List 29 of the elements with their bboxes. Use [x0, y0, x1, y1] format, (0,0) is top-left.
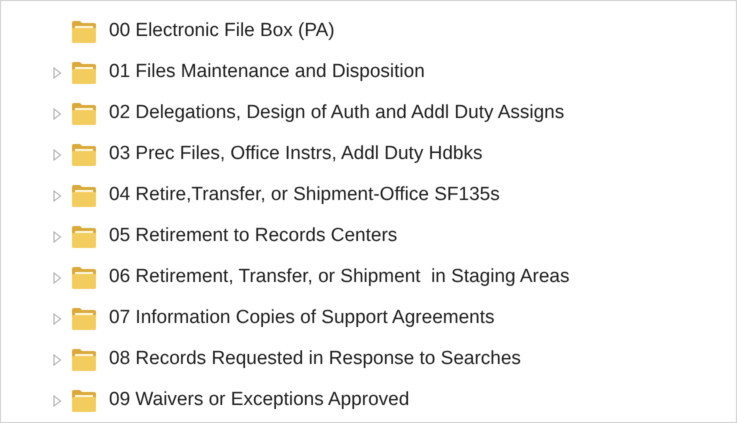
- folder-label[interactable]: 00 Electronic File Box (PA): [109, 17, 335, 46]
- folder-label[interactable]: 07 Information Copies of Support Agreements: [109, 304, 495, 333]
- expand-arrow-icon[interactable]: [52, 230, 62, 242]
- expand-arrow-icon[interactable]: [52, 190, 62, 202]
- folder-label[interactable]: 04 Retire,Transfer, or Shipment-Office SF135s: [109, 181, 500, 210]
- folder-label[interactable]: 02 Delegations, Design of Auth and Addl Duty Assigns: [109, 99, 564, 128]
- folder-icon: [71, 20, 97, 44]
- folder-icon: [71, 224, 97, 248]
- folder-icon: [71, 348, 97, 372]
- folder-label[interactable]: 09 Waivers or Exceptions Approved: [109, 386, 410, 415]
- expand-arrow-icon[interactable]: [52, 108, 62, 120]
- folder-icon: [71, 60, 97, 84]
- folder-icon: [71, 388, 97, 412]
- folder-icon: [71, 266, 97, 290]
- folder-label[interactable]: 08 Records Requested in Response to Searches: [109, 345, 521, 374]
- expand-arrow-icon[interactable]: [52, 394, 62, 406]
- folder-label[interactable]: 05 Retirement to Records Centers: [109, 222, 398, 251]
- folder-icon: [71, 142, 97, 166]
- folder-label[interactable]: 06 Retirement, Transfer, or Shipment in Staging Areas: [109, 263, 570, 292]
- expand-arrow-icon[interactable]: [52, 354, 62, 366]
- expand-arrow-icon[interactable]: [52, 272, 62, 284]
- expand-arrow-icon[interactable]: [52, 312, 62, 324]
- expand-arrow-icon[interactable]: [52, 66, 62, 78]
- folder-icon: [71, 184, 97, 208]
- folder-icon: [71, 306, 97, 330]
- folder-icon: [71, 102, 97, 126]
- expand-arrow-icon[interactable]: [52, 148, 62, 160]
- folder-label[interactable]: 03 Prec Files, Office Instrs, Addl Duty Hdbks: [109, 140, 482, 169]
- folder-label[interactable]: 01 Files Maintenance and Disposition: [109, 58, 425, 87]
